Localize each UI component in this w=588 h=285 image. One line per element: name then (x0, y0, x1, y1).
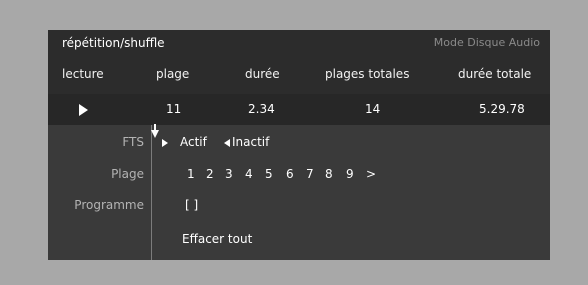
left-arrow-icon (224, 139, 230, 147)
column-header-duree-totale: durée totale (458, 67, 532, 81)
column-divider (151, 125, 152, 260)
right-arrow-icon (162, 139, 168, 147)
track-4[interactable]: 4 (245, 167, 253, 181)
more-tracks-button[interactable]: > (366, 167, 376, 181)
track-5[interactable]: 5 (265, 167, 273, 181)
total-tracks-value: 14 (365, 102, 381, 116)
column-header-plages-totales: plages totales (325, 67, 410, 81)
total-duration-value: 5.29.78 (479, 102, 525, 116)
audio-disc-dialog: répétition/shuffle Mode Disque Audio lec… (48, 30, 550, 260)
track-7[interactable]: 7 (306, 167, 314, 181)
duration-value: 2.34 (248, 102, 275, 116)
track-8[interactable]: 8 (325, 167, 333, 181)
fts-label: FTS (122, 135, 144, 149)
column-header-duree: durée (245, 67, 280, 81)
track-6[interactable]: 6 (286, 167, 294, 181)
track-9[interactable]: 9 (346, 167, 354, 181)
column-header-plage: plage (156, 67, 190, 81)
track-1[interactable]: 1 (187, 167, 195, 181)
play-icon (79, 104, 88, 116)
clear-all-button[interactable]: Effacer tout (182, 232, 252, 246)
settings-panel: FTS Actif Inactif Plage 1 2 3 4 5 6 7 8 … (48, 124, 550, 260)
header-bar: répétition/shuffle Mode Disque Audio lec… (48, 30, 550, 94)
down-arrow-icon (151, 130, 159, 138)
track-2[interactable]: 2 (206, 167, 214, 181)
mode-label: Mode Disque Audio (433, 36, 540, 49)
track-3[interactable]: 3 (225, 167, 233, 181)
status-row: 11 2.34 14 5.29.78 (48, 94, 550, 125)
page-title: répétition/shuffle (62, 36, 165, 50)
fts-option-actif[interactable]: Actif (180, 135, 207, 149)
current-track-value: 11 (166, 102, 182, 116)
column-header-lecture: lecture (62, 67, 104, 81)
programme-value[interactable]: [ ] (185, 198, 198, 212)
fts-option-inactif[interactable]: Inactif (232, 135, 269, 149)
plage-label: Plage (111, 167, 144, 181)
programme-label: Programme (74, 198, 144, 212)
